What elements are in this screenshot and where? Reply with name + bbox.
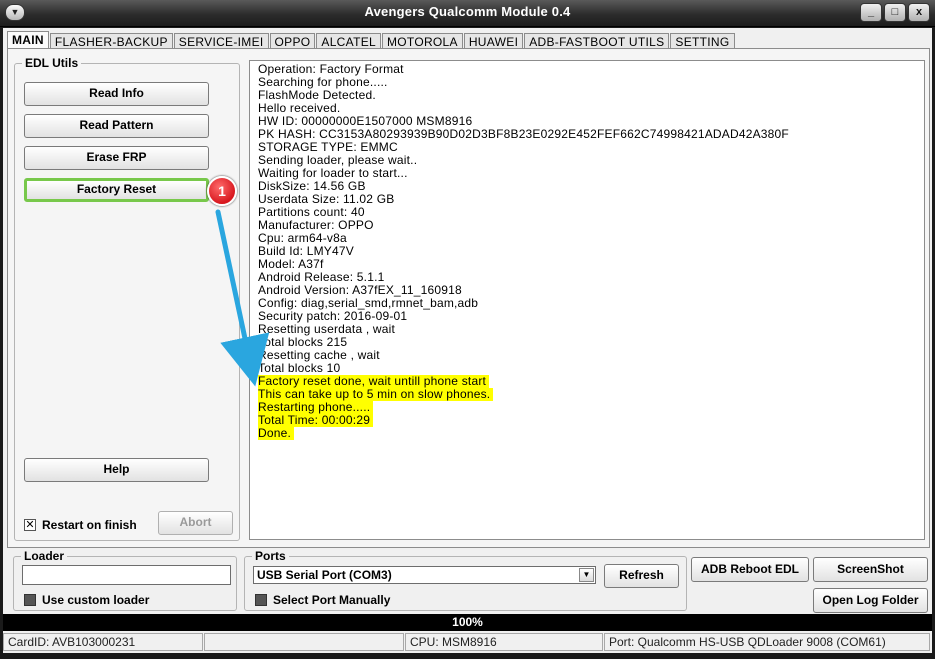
status-card-id: CardID: AVB103000231: [3, 633, 203, 651]
port-select[interactable]: USB Serial Port (COM3) ▼: [253, 566, 596, 584]
log-highlight-text: Done.: [258, 427, 295, 440]
log-line-highlighted: Done.: [258, 427, 916, 440]
screenshot-button[interactable]: ScreenShot: [813, 557, 928, 582]
close-button[interactable]: x: [908, 3, 930, 22]
open-log-folder-button[interactable]: Open Log Folder: [813, 588, 928, 613]
progress-label: 100%: [452, 615, 483, 629]
help-button[interactable]: Help: [24, 458, 209, 482]
tab-strip: MAIN FLASHER-BACKUP SERVICE-IMEI OPPO AL…: [7, 31, 736, 50]
adb-reboot-edl-button[interactable]: ADB Reboot EDL: [691, 557, 809, 582]
edl-utils-title: EDL Utils: [22, 56, 82, 70]
edl-utils-group: EDL Utils Read Info Read Pattern Erase F…: [14, 56, 240, 541]
log-line: Manufacturer: OPPO: [258, 218, 374, 232]
log-line-highlighted: Total Time: 00:00:29: [258, 414, 916, 427]
ports-group: Ports USB Serial Port (COM3) ▼ Refresh S…: [244, 549, 687, 611]
read-info-button[interactable]: Read Info: [24, 82, 209, 106]
select-port-manually-checkbox[interactable]: [255, 594, 267, 606]
main-tab-panel: EDL Utils Read Info Read Pattern Erase F…: [7, 48, 930, 548]
status-bar: CardID: AVB103000231 CPU: MSM8916 Port: …: [3, 631, 932, 653]
use-custom-loader-label: Use custom loader: [42, 593, 150, 607]
factory-reset-button[interactable]: Factory Reset: [24, 178, 209, 202]
log-line: FlashMode Detected.: [258, 88, 376, 102]
log-line: Cpu: arm64-v8a: [258, 231, 347, 245]
use-custom-loader-checkbox[interactable]: [24, 594, 36, 606]
restart-on-finish-label: Restart on finish: [42, 518, 137, 532]
chevron-down-icon[interactable]: ▼: [579, 568, 594, 582]
loader-path-input[interactable]: [22, 565, 231, 585]
ports-title: Ports: [252, 549, 289, 563]
log-line: Resetting cache , wait: [258, 348, 380, 362]
refresh-button[interactable]: Refresh: [604, 564, 679, 588]
log-output[interactable]: Operation: Factory Format Searching for p…: [249, 60, 925, 540]
log-line: Resetting userdata , wait: [258, 322, 396, 336]
log-line: Build Id: LMY47V: [258, 244, 354, 258]
progress-bar: 100%: [3, 614, 932, 631]
title-bar: ▼ Avengers Qualcomm Module 0.4 _ □ x: [0, 0, 935, 27]
loader-title: Loader: [21, 549, 68, 563]
window-title: Avengers Qualcomm Module 0.4: [364, 4, 571, 19]
restart-on-finish-checkbox[interactable]: ✕: [24, 519, 36, 531]
select-port-manually-label: Select Port Manually: [273, 593, 391, 607]
minimize-button[interactable]: _: [860, 3, 882, 22]
loader-group: Loader Use custom loader: [13, 549, 237, 611]
status-empty: [204, 633, 404, 651]
step-number-badge: 1: [207, 176, 237, 206]
erase-frp-button[interactable]: Erase FRP: [24, 146, 209, 170]
port-select-value: USB Serial Port (COM3): [257, 568, 392, 582]
main-window: MAIN FLASHER-BACKUP SERVICE-IMEI OPPO AL…: [3, 28, 932, 614]
window-controls: _ □ x: [858, 3, 930, 22]
read-pattern-button[interactable]: Read Pattern: [24, 114, 209, 138]
status-port: Port: Qualcomm HS-USB QDLoader 9008 (COM…: [604, 633, 930, 651]
abort-button[interactable]: Abort: [158, 511, 233, 535]
maximize-button[interactable]: □: [884, 3, 906, 22]
status-cpu: CPU: MSM8916: [405, 633, 603, 651]
